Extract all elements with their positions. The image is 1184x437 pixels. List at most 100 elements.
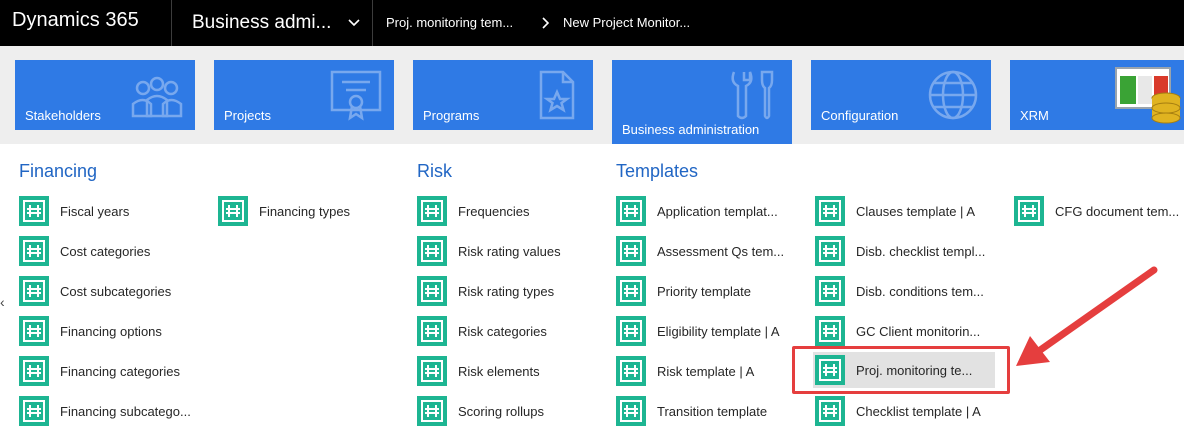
entity-icon: [417, 196, 447, 226]
certificate-icon: [330, 70, 382, 121]
entity-icon: [417, 316, 447, 346]
nav-item-label: Checklist template | A: [856, 403, 981, 419]
nav-item-label: Cost categories: [60, 243, 151, 259]
entity-icon: [1014, 196, 1044, 226]
breadcrumb-current: New Project Monitor...: [563, 15, 691, 30]
nav-item-label: Scoring rollups: [458, 403, 544, 419]
nav-item-label: Risk rating types: [458, 283, 555, 299]
nav-item-cost-categories[interactable]: Cost categories: [17, 233, 212, 269]
tile-configuration[interactable]: Configuration: [811, 60, 991, 130]
nav-item-transition-template[interactable]: Transition template: [614, 393, 809, 429]
nav-item-fiscal-years[interactable]: Fiscal years: [17, 193, 212, 229]
entity-icon: [815, 236, 845, 266]
area-tiles: Stakeholders Projects Programs Business …: [0, 46, 1184, 144]
group-title-templates: Templates: [616, 161, 699, 181]
nav-divider: [372, 0, 373, 46]
nav-item-label: Financing categories: [60, 363, 180, 379]
nav-item-label: Disb. conditions tem...: [856, 283, 984, 299]
nav-item-label: Risk categories: [458, 323, 547, 339]
app-brand[interactable]: Dynamics 365: [12, 9, 139, 32]
nav-item-label: Financing types: [259, 203, 351, 219]
group-title-financing: Financing: [19, 161, 98, 181]
tile-label: XRM: [1020, 108, 1049, 123]
nav-item-disb-checklist-template[interactable]: Disb. checklist templ...: [813, 233, 1008, 269]
area-selector-label: Business admi...: [192, 12, 332, 33]
nav-item-label: Risk rating values: [458, 243, 561, 259]
nav-item-risk-categories[interactable]: Risk categories: [415, 313, 610, 349]
nav-item-label: Financing options: [60, 323, 162, 339]
tile-xrm[interactable]: XRM: [1010, 60, 1184, 130]
nav-item-label: Cost subcategories: [60, 283, 172, 299]
entity-icon: [616, 396, 646, 426]
chevron-left-icon[interactable]: ‹: [0, 294, 5, 310]
nav-item-label: Assessment Qs tem...: [657, 243, 785, 259]
tile-projects[interactable]: Projects: [214, 60, 394, 130]
nav-item-assessment-qs-template[interactable]: Assessment Qs tem...: [614, 233, 809, 269]
nav-item-financing-types[interactable]: Financing types: [216, 193, 411, 229]
nav-item-scoring-rollups[interactable]: Scoring rollups: [415, 393, 610, 429]
nav-item-label: CFG document tem...: [1055, 203, 1180, 219]
entity-icon: [815, 396, 845, 426]
nav-item-cfg-document-template[interactable]: CFG document tem...: [1012, 193, 1184, 229]
entity-icon: [417, 396, 447, 426]
tile-label: Configuration: [821, 108, 899, 123]
entity-icon: [616, 196, 646, 226]
nav-item-label: Financing subcatego...: [60, 403, 191, 419]
nav-item-label: Disb. checklist templ...: [856, 243, 986, 259]
nav-item-risk-rating-values[interactable]: Risk rating values: [415, 233, 610, 269]
nav-item-financing-subcategories[interactable]: Financing subcatego...: [17, 393, 212, 429]
entity-icon: [417, 356, 447, 386]
entity-icon: [19, 356, 49, 386]
nav-item-application-template[interactable]: Application templat...: [614, 193, 809, 229]
entity-icon: [19, 236, 49, 266]
nav-item-label: Fiscal years: [60, 203, 130, 219]
nav-item-financing-options[interactable]: Financing options: [17, 313, 212, 349]
nav-item-label: Transition template: [657, 403, 768, 419]
breadcrumb-parent[interactable]: Proj. monitoring tem...: [386, 15, 513, 30]
entity-icon: [19, 276, 49, 306]
entity-icon: [417, 236, 447, 266]
tile-programs[interactable]: Programs: [413, 60, 593, 130]
database-app-icon: [1115, 67, 1181, 124]
tile-stakeholders[interactable]: Stakeholders: [15, 60, 195, 130]
entity-icon: [218, 196, 248, 226]
highlight-box: [792, 346, 1010, 394]
entity-icon: [19, 316, 49, 346]
tile-label: Stakeholders: [25, 108, 101, 123]
nav-item-label: Frequencies: [458, 203, 530, 219]
nav-item-label: Risk elements: [458, 363, 540, 379]
nav-item-cost-subcategories[interactable]: Cost subcategories: [17, 273, 212, 309]
tools-icon: [731, 70, 774, 120]
tile-label: Projects: [224, 108, 271, 123]
entity-icon: [815, 316, 845, 346]
nav-item-gc-client-monitoring[interactable]: GC Client monitorin...: [813, 313, 1008, 349]
document-star-icon: [539, 70, 575, 120]
nav-item-risk-template[interactable]: Risk template | A: [614, 353, 809, 389]
nav-item-label: GC Client monitorin...: [856, 323, 981, 339]
tile-label: Programs: [423, 108, 480, 123]
entity-icon: [815, 196, 845, 226]
entity-icon: [616, 276, 646, 306]
nav-item-financing-categories[interactable]: Financing categories: [17, 353, 212, 389]
entity-icon: [616, 356, 646, 386]
nav-item-disb-conditions-template[interactable]: Disb. conditions tem...: [813, 273, 1008, 309]
entity-icon: [417, 276, 447, 306]
nav-item-risk-rating-types[interactable]: Risk rating types: [415, 273, 610, 309]
tile-business-administration[interactable]: Business administration: [612, 60, 792, 144]
nav-item-eligibility-template[interactable]: Eligibility template | A: [614, 313, 809, 349]
entity-icon: [19, 396, 49, 426]
entity-icon: [616, 316, 646, 346]
entity-icon: [19, 196, 49, 226]
entity-icon: [616, 236, 646, 266]
app-window: Dynamics 365 Business admi... Proj. moni…: [0, 0, 1184, 437]
nav-item-priority-template[interactable]: Priority template: [614, 273, 809, 309]
area-selector[interactable]: Business admi...: [172, 0, 372, 46]
nav-item-clauses-template[interactable]: Clauses template | A: [813, 193, 1008, 229]
nav-item-label: Clauses template | A: [856, 203, 975, 219]
nav-item-risk-elements[interactable]: Risk elements: [415, 353, 610, 389]
globe-icon: [928, 70, 978, 120]
chevron-right-icon: [542, 17, 550, 29]
nav-item-checklist-template[interactable]: Checklist template | A: [813, 393, 1008, 429]
nav-item-label: Eligibility template | A: [657, 323, 780, 339]
nav-item-frequencies[interactable]: Frequencies: [415, 193, 610, 229]
